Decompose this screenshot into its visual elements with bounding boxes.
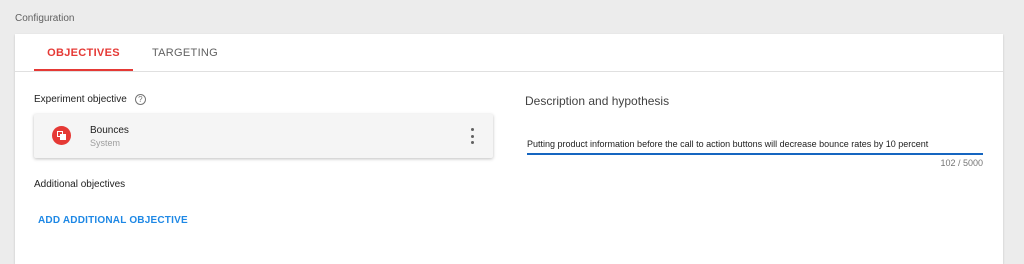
more-options-icon[interactable] (469, 128, 475, 144)
objective-card-bounces[interactable]: Bounces System (34, 114, 493, 158)
objective-type: System (90, 138, 121, 148)
objective-name: Bounces (90, 125, 129, 136)
bounce-icon (52, 126, 71, 145)
tab-bar: OBJECTIVES TARGETING (15, 34, 1003, 72)
description-input[interactable] (527, 135, 983, 155)
active-tab-indicator (34, 69, 133, 71)
configuration-card: OBJECTIVES TARGETING Experiment objectiv… (15, 34, 1003, 264)
experiment-objective-label: Experiment objective (34, 94, 127, 105)
section-title: Configuration (15, 13, 75, 24)
help-icon[interactable]: ? (134, 94, 146, 105)
tab-targeting[interactable]: TARGETING (139, 34, 231, 72)
character-counter: 102 / 5000 (940, 158, 983, 168)
tab-objectives[interactable]: OBJECTIVES (34, 34, 133, 72)
add-additional-objective-button[interactable]: ADD ADDITIONAL OBJECTIVE (38, 215, 188, 226)
description-label: Description and hypothesis (525, 94, 670, 108)
additional-objectives-heading: Additional objectives (34, 179, 126, 190)
experiment-objective-heading: Experiment objective ? (34, 94, 146, 105)
